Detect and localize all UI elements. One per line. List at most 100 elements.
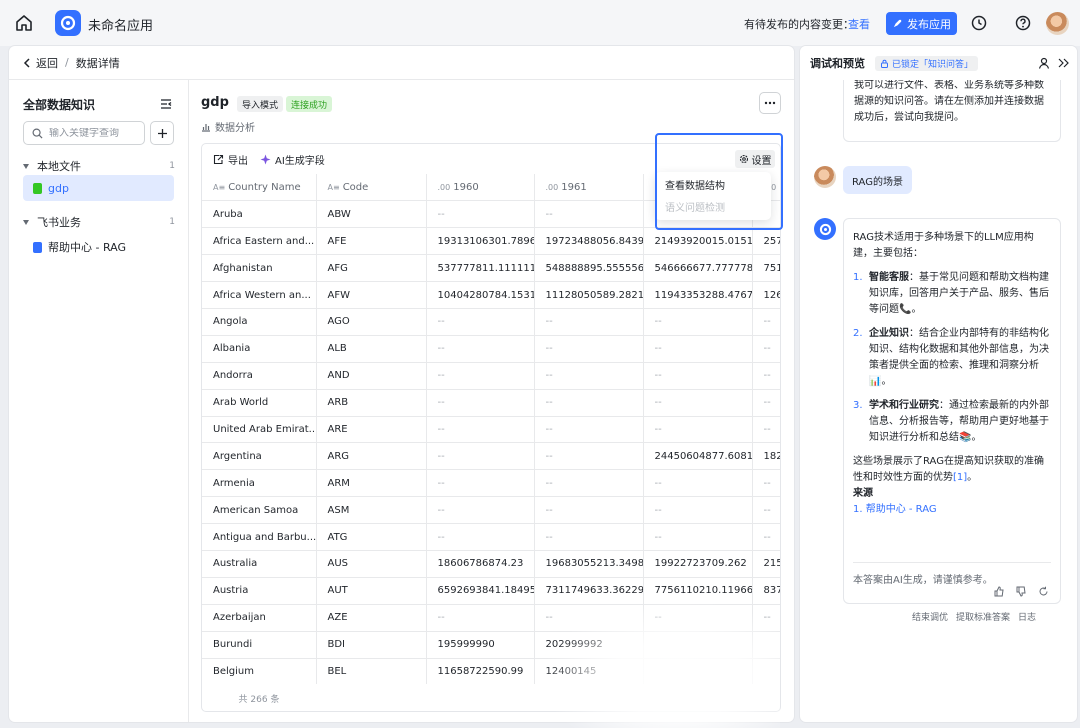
source-link[interactable]: 1. 帮助中心 - RAG: [853, 502, 1051, 518]
regenerate-icon[interactable]: [1038, 586, 1049, 597]
table-cell: ARE: [316, 416, 427, 444]
table-cell: Azerbaijan: [202, 604, 317, 632]
collapse-sidebar-icon[interactable]: [159, 97, 173, 111]
lock-icon: [881, 59, 888, 68]
excel-file-icon: [33, 182, 42, 194]
table-cell: Antigua and Barbu...: [202, 523, 317, 551]
column-header[interactable]: .00 1960: [426, 174, 535, 202]
column-header[interactable]: .00 1961: [534, 174, 644, 202]
rocket-icon: [893, 19, 902, 28]
view-changes-link[interactable]: 查看: [848, 16, 870, 32]
history-icon[interactable]: [970, 14, 988, 32]
export-button[interactable]: 导出: [213, 152, 248, 167]
caret-down-icon: [23, 163, 29, 169]
end-tuning-button[interactable]: 结束调优: [912, 610, 948, 623]
more-icon: [764, 101, 776, 105]
table-cell: Albania: [202, 335, 317, 363]
home-icon[interactable]: [14, 13, 34, 33]
table-cell: --: [426, 496, 535, 525]
table-cell: --: [752, 389, 780, 417]
help-icon[interactable]: [1014, 14, 1032, 32]
bot-avatar-icon: [814, 218, 836, 240]
breadcrumb-separator: /: [65, 56, 69, 69]
thumbs-down-icon[interactable]: [1016, 586, 1027, 597]
table-row: United Arab Emirat... ARE -- -- -- --: [202, 416, 780, 444]
table-cell: 546666677.777778: [643, 254, 753, 283]
table-cell: BDI: [316, 631, 427, 659]
knowledge-search-input[interactable]: [49, 127, 139, 139]
table-cell: --: [534, 389, 644, 417]
add-knowledge-button[interactable]: [150, 121, 174, 145]
table-cell: 24450604877.6081: [643, 442, 753, 471]
export-icon: [213, 154, 224, 164]
kb-item-help-center[interactable]: 帮助中心 - RAG: [23, 234, 174, 260]
item-number: 3.: [853, 400, 863, 411]
more-options-button[interactable]: [759, 92, 781, 114]
item-title: 学术和行业研究: [869, 400, 939, 411]
number-type-icon: .00: [545, 182, 559, 192]
kb-item-label: 帮助中心 - RAG: [48, 241, 127, 254]
table-row: Africa Eastern and... AFE 19313106301.7896…: [202, 227, 780, 256]
app-name[interactable]: 未命名应用: [88, 15, 153, 34]
kb-item-gdp[interactable]: gdp: [23, 175, 174, 201]
reference-link[interactable]: [1]: [953, 472, 967, 483]
group-feishu-business[interactable]: 飞书业务 1: [23, 213, 175, 231]
answer-list: 1. 智能客服：基于常见问题和帮助文档构建知识库，回答用户关于产品、服务、售后等问…: [853, 270, 1051, 446]
answer-list-item: 2. 企业知识：结合企业内部特有的非结构化知识、结构化数据和其他外部信息，为决策者…: [853, 326, 1051, 390]
image-glare-overlay: [540, 600, 780, 728]
table-cell: Burundi: [202, 631, 317, 659]
bot-answer: RAG技术适用于多种场景下的LLM应用构建，主要包括： 1. 智能客服：基于常见问…: [843, 218, 1061, 604]
table-cell: --: [643, 389, 753, 417]
table-cell: --: [752, 335, 780, 363]
extract-answer-button[interactable]: 提取标准答案: [956, 610, 1010, 623]
table-row: Afghanistan AFG 537777811.111111 548888895.…: [202, 254, 780, 283]
user-settings-icon[interactable]: [1038, 56, 1052, 70]
source-title: 来源: [853, 488, 873, 499]
table-cell: Argentina: [202, 442, 317, 471]
group-local-files[interactable]: 本地文件 1: [23, 157, 175, 175]
debug-actions: 结束调优 提取标准答案 日志: [912, 610, 1036, 623]
table-cell: 537777811.111111: [426, 254, 535, 283]
table-cell: --: [534, 308, 644, 336]
table-cell: --: [752, 362, 780, 390]
expand-panel-icon[interactable]: [1056, 56, 1070, 70]
locked-mode-label: 已锁定「知识问答」: [892, 59, 974, 70]
table-cell: Aruba: [202, 200, 317, 229]
knowledge-search: [23, 121, 145, 145]
answer-list-item: 1. 智能客服：基于常见问题和帮助文档构建知识库，回答用户关于产品、服务、售后等问…: [853, 270, 1051, 318]
table-cell: --: [534, 469, 644, 498]
table-cell: 18272: [752, 442, 780, 471]
kb-item-label: gdp: [48, 181, 69, 195]
table-cell: 19922723709.262: [643, 550, 753, 578]
table-cell: --: [752, 496, 780, 525]
group-label: 飞书业务: [37, 216, 81, 229]
table-cell: 19683055213.3498: [534, 550, 644, 578]
group-count: 1: [169, 217, 175, 227]
back-button[interactable]: 返回: [23, 55, 58, 71]
table-cell: --: [643, 469, 753, 498]
column-header[interactable]: A≡ Country Name: [202, 174, 317, 202]
column-header[interactable]: A≡ Code: [316, 174, 427, 202]
thumbs-up-icon[interactable]: [994, 586, 1005, 597]
table-cell: 21493920015.0151: [643, 227, 753, 256]
user-avatar[interactable]: [1046, 12, 1069, 35]
table-cell: --: [426, 308, 535, 336]
text-type-icon: A≡: [327, 182, 340, 192]
publish-app-button[interactable]: 发布应用: [886, 12, 957, 35]
table-cell: --: [643, 335, 753, 363]
ai-generate-field-button[interactable]: AI生成字段: [260, 152, 325, 167]
table-cell: 10404280784.1531: [426, 281, 535, 309]
table-cell: United Arab Emirat...: [202, 416, 317, 444]
table-cell: 18606786874.23: [426, 550, 535, 578]
table-row: Andorra AND -- -- -- --: [202, 362, 780, 390]
publish-app-label: 发布应用: [907, 17, 951, 31]
log-button[interactable]: 日志: [1018, 610, 1036, 623]
doc-file-icon: [33, 241, 42, 253]
export-label: 导出: [228, 155, 248, 167]
table-cell: Africa Eastern and...: [202, 227, 317, 256]
previous-bot-message: 我可以进行文件、表格、业务系统等多种数据源的知识问答。请在左侧添加并连接数据成功…: [843, 72, 1061, 142]
answer-list-item: 3. 学术和行业研究：通过检索最新的内外部信息、分析报告等，帮助用户更好地基于知识…: [853, 398, 1051, 446]
table-cell: Africa Western an...: [202, 281, 317, 309]
table-cell: --: [643, 308, 753, 336]
table-cell: --: [534, 362, 644, 390]
